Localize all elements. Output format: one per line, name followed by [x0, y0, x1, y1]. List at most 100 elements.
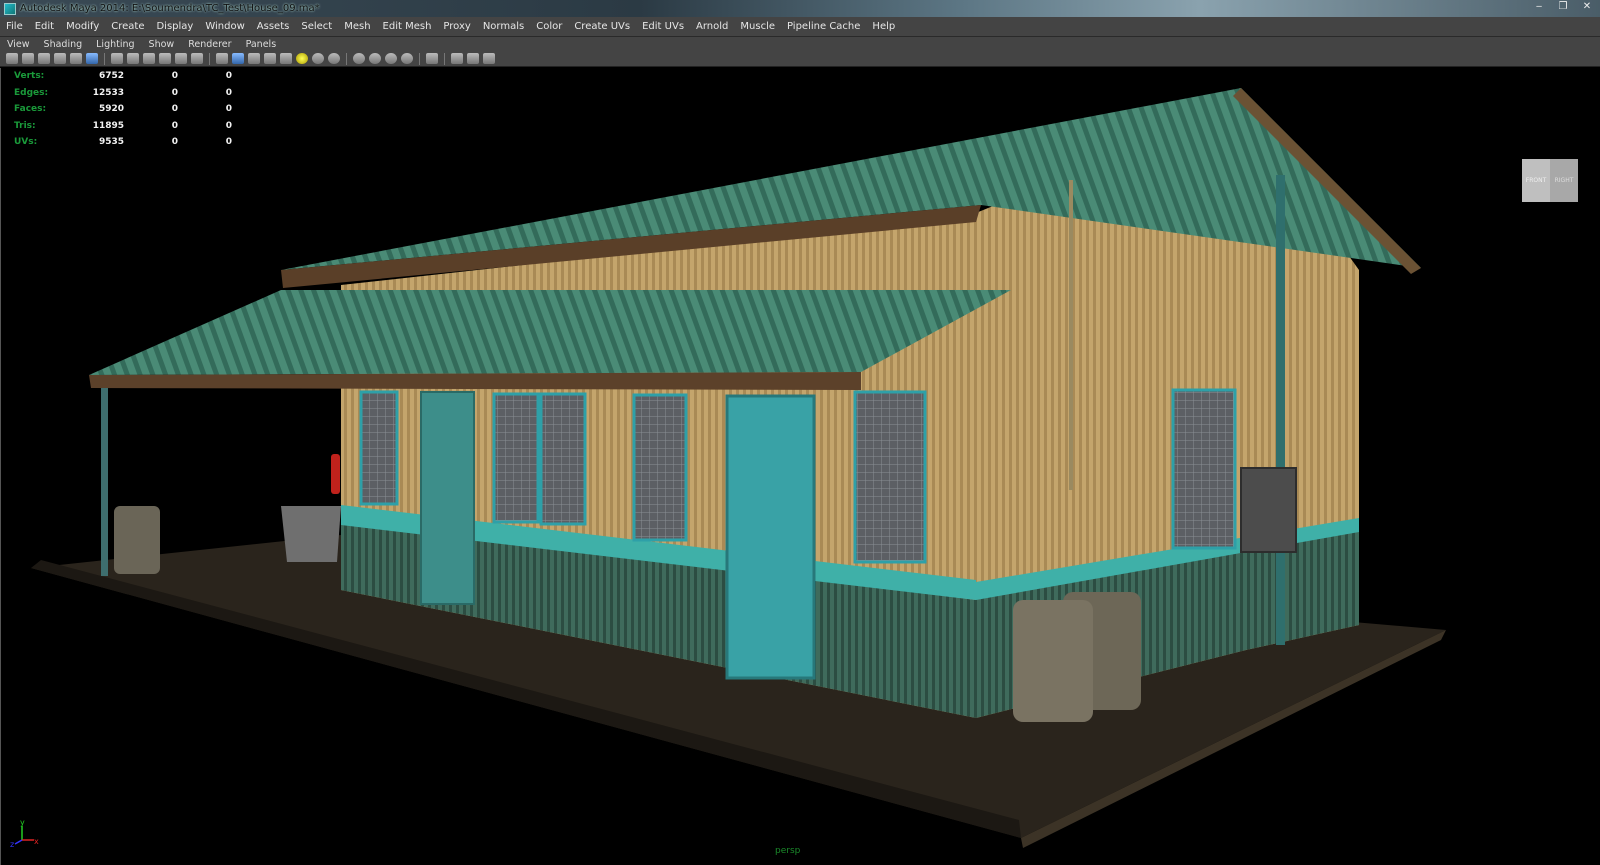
menu-create-uvs[interactable]: Create UVs	[568, 21, 636, 32]
panel-menu-bar: View Shading Lighting Show Renderer Pane…	[0, 37, 1600, 51]
isolate-select-icon[interactable]	[401, 53, 413, 64]
view-cube[interactable]: FRONT RIGHT	[1522, 159, 1578, 202]
field-chart-icon[interactable]	[159, 53, 171, 64]
hud-value: 0	[225, 104, 232, 114]
minimize-button[interactable]: ‒	[1532, 1, 1546, 12]
menu-help[interactable]: Help	[866, 21, 901, 32]
window	[539, 392, 587, 526]
gate-mask-icon[interactable]	[143, 53, 155, 64]
hud-label: Tris:	[14, 120, 36, 131]
use-all-lights-icon[interactable]	[296, 53, 308, 64]
gas-pipe	[1069, 180, 1073, 490]
menu-select[interactable]: Select	[295, 21, 338, 32]
resolution-gate-icon[interactable]	[127, 53, 139, 64]
panel-menu-view[interactable]: View	[0, 39, 37, 50]
xray-joints-icon[interactable]	[451, 53, 463, 64]
panel-menu-lighting[interactable]: Lighting	[89, 39, 141, 50]
view-cube-right-face[interactable]: RIGHT	[1550, 159, 1578, 202]
hud-value: 0	[171, 137, 178, 147]
axis-gizmo-icon: y x z	[10, 818, 39, 848]
drain-pipe	[1276, 175, 1285, 645]
hud-value: 0	[225, 137, 232, 147]
menu-file[interactable]: File	[0, 21, 29, 32]
menu-edit[interactable]: Edit	[29, 21, 60, 32]
main-menu-bar: File Edit Modify Create Display Window A…	[0, 17, 1600, 37]
safe-action-icon[interactable]	[175, 53, 187, 64]
grid-icon[interactable]	[86, 53, 98, 64]
panel-menu-panels[interactable]: Panels	[239, 39, 284, 50]
hud-value: 0	[171, 71, 178, 81]
window	[632, 393, 688, 542]
motion-blur-icon[interactable]	[353, 53, 365, 64]
xray-icon[interactable]	[426, 53, 438, 64]
menu-pipeline-cache[interactable]: Pipeline Cache	[781, 21, 866, 32]
menu-modify[interactable]: Modify	[60, 21, 105, 32]
anti-aliasing-icon[interactable]	[369, 53, 381, 64]
menu-muscle[interactable]: Muscle	[734, 21, 781, 32]
house-3d-model	[31, 88, 1446, 848]
camera-attributes-icon[interactable]	[6, 53, 18, 64]
hud-label: UVs:	[14, 137, 38, 147]
hud-label: Faces:	[14, 104, 47, 114]
poly-count-hud: Verts: 6752 0 0 Edges: 12533 0 0 Faces: …	[14, 68, 232, 151]
hud-row-verts: Verts: 6752 0 0	[14, 68, 232, 85]
film-gate-icon[interactable]	[111, 53, 123, 64]
default-material-icon[interactable]	[248, 53, 260, 64]
hud-value: 0	[171, 120, 178, 131]
menu-color[interactable]: Color	[530, 21, 568, 32]
toolbar-divider	[419, 52, 420, 65]
hud-value: 5920	[98, 104, 124, 114]
axis-x-label: x	[34, 837, 39, 846]
bookmark-icon[interactable]	[22, 53, 34, 64]
close-button[interactable]: ✕	[1580, 1, 1594, 12]
panel-menu-shading[interactable]: Shading	[37, 39, 90, 50]
maximize-button[interactable]: ❐	[1556, 1, 1570, 12]
perspective-viewport[interactable]: FRONT RIGHT	[0, 68, 1600, 865]
image-plane-icon[interactable]	[38, 53, 50, 64]
screen-space-ao-icon[interactable]	[328, 53, 340, 64]
maya-app-icon	[4, 2, 16, 15]
title-bar: Autodesk Maya 2014: E:\Soumendra\TC_Test…	[0, 0, 1600, 17]
menu-create[interactable]: Create	[105, 21, 150, 32]
panel-menu-show[interactable]: Show	[142, 39, 182, 50]
door	[420, 391, 475, 605]
menu-edit-uvs[interactable]: Edit UVs	[636, 21, 690, 32]
textured-icon[interactable]	[280, 53, 292, 64]
menu-assets[interactable]: Assets	[251, 21, 296, 32]
porch-roof	[89, 290, 1011, 375]
hud-value: 0	[171, 87, 178, 98]
hud-row-uvs: UVs: 9535 0 0	[14, 134, 232, 151]
share-icon[interactable]	[483, 53, 495, 64]
menu-mesh[interactable]: Mesh	[338, 21, 376, 32]
hud-row-faces: Faces: 5920 0 0	[14, 101, 232, 118]
axis-y-label: y	[20, 818, 25, 827]
safe-title-icon[interactable]	[191, 53, 203, 64]
hud-value: 0	[225, 71, 232, 81]
window-controls: ‒ ❐ ✕	[1532, 1, 1594, 12]
window	[1171, 388, 1237, 550]
menu-window[interactable]: Window	[199, 21, 250, 32]
depth-of-field-icon[interactable]	[385, 53, 397, 64]
menu-edit-mesh[interactable]: Edit Mesh	[377, 21, 438, 32]
menu-display[interactable]: Display	[150, 21, 199, 32]
shadows-icon[interactable]	[312, 53, 324, 64]
hud-row-tris: Tris: 11895 0 0	[14, 118, 232, 135]
view-cube-front-face[interactable]: FRONT	[1522, 159, 1550, 202]
smooth-shade-icon[interactable]	[232, 53, 244, 64]
xray-components-icon[interactable]	[467, 53, 479, 64]
menu-normals[interactable]: Normals	[477, 21, 530, 32]
hud-value: 6752	[98, 71, 124, 81]
barrel	[114, 506, 160, 574]
axis-z-label: z	[10, 840, 14, 848]
wireframe-icon[interactable]	[216, 53, 228, 64]
panel-menu-renderer[interactable]: Renderer	[181, 39, 238, 50]
hud-value: 0	[225, 120, 232, 131]
shaded-wireframe-icon[interactable]	[264, 53, 276, 64]
2d-pan-icon[interactable]	[54, 53, 66, 64]
barrel	[1013, 600, 1093, 722]
toolbar-divider	[104, 52, 105, 65]
menu-proxy[interactable]: Proxy	[437, 21, 476, 32]
window	[359, 390, 399, 506]
grease-pencil-icon[interactable]	[70, 53, 82, 64]
menu-arnold[interactable]: Arnold	[690, 21, 734, 32]
